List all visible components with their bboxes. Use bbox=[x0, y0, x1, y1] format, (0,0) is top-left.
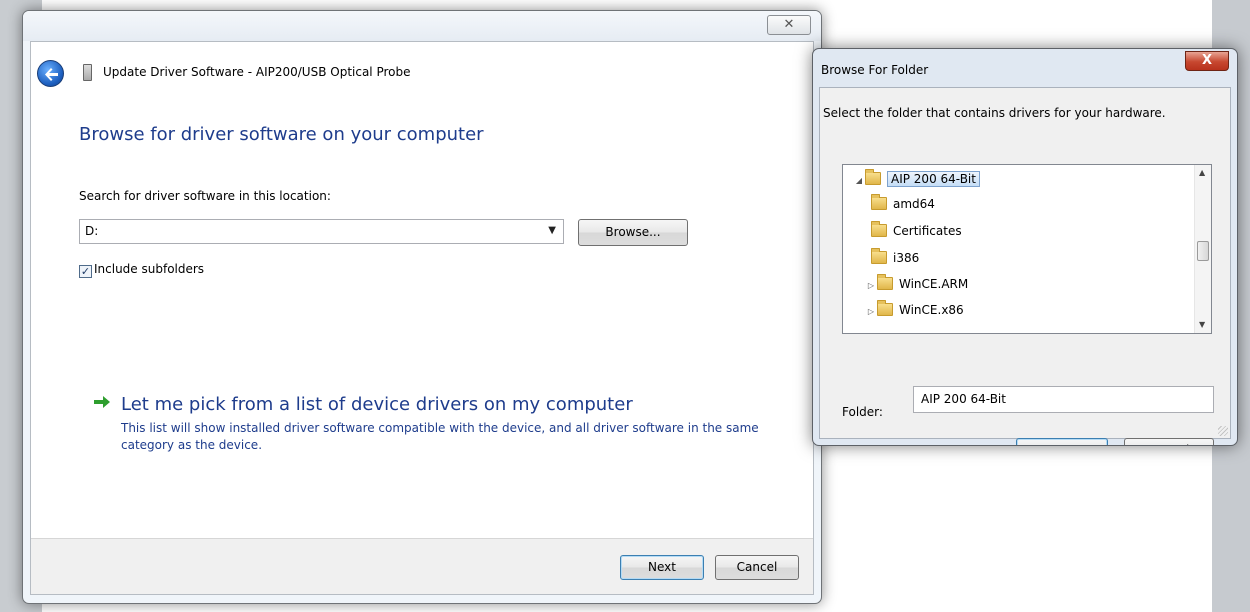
folder-icon bbox=[871, 221, 887, 237]
folder-name-field[interactable]: AIP 200 64-Bit bbox=[913, 386, 1214, 413]
ok-button[interactable]: OK bbox=[1016, 438, 1108, 445]
scroll-up-icon[interactable]: ▲ bbox=[1199, 168, 1205, 177]
update-driver-wizard: ✕ Update Driver Software - AIP200/USB Op… bbox=[22, 10, 822, 604]
dialog-close-button[interactable]: X bbox=[1185, 51, 1229, 71]
tree-item[interactable]: ▷ WinCE.x86 bbox=[865, 299, 964, 323]
pick-from-list-description: This list will show installed driver sof… bbox=[121, 421, 759, 452]
scrollbar-thumb[interactable] bbox=[1197, 241, 1209, 261]
wizard-title: Update Driver Software - AIP200/USB Opti… bbox=[103, 65, 411, 79]
next-button[interactable]: Next bbox=[620, 555, 704, 580]
tree-item-label: AIP 200 64-Bit bbox=[887, 171, 980, 187]
tree-item-label: WinCE.x86 bbox=[899, 303, 964, 317]
pick-from-list-link[interactable]: Let me pick from a list of device driver… bbox=[121, 394, 633, 415]
usb-device-icon bbox=[83, 64, 92, 81]
folder-icon bbox=[871, 248, 887, 264]
include-subfolders-checkbox[interactable]: ✓ bbox=[79, 265, 92, 278]
tree-item[interactable]: Certificates bbox=[871, 220, 962, 244]
cancel-button[interactable]: Cancel bbox=[715, 555, 799, 580]
folder-icon bbox=[877, 274, 893, 290]
tree-item[interactable]: ◢ AIP 200 64-Bit bbox=[853, 168, 980, 192]
tree-item[interactable]: ▷ WinCE.ARM bbox=[865, 273, 968, 297]
page-heading: Browse for driver software on your compu… bbox=[79, 124, 484, 145]
folder-tree[interactable]: ◢ AIP 200 64-Bit amd64 Certificates i386 … bbox=[842, 164, 1212, 334]
include-subfolders-label[interactable]: Include subfolders bbox=[94, 262, 204, 276]
folder-icon bbox=[865, 169, 881, 185]
location-label: Search for driver software in this locat… bbox=[79, 189, 331, 203]
collapsed-arrow-icon[interactable]: ▷ bbox=[865, 301, 877, 323]
chevron-down-icon[interactable]: ▼ bbox=[548, 225, 556, 236]
folder-icon bbox=[877, 300, 893, 316]
tree-item-label: i386 bbox=[893, 251, 920, 265]
tree-item[interactable]: amd64 bbox=[871, 193, 935, 217]
dialog-cancel-button[interactable]: Cancel bbox=[1124, 438, 1214, 445]
browse-for-folder-dialog: Browse For Folder X Select the folder th… bbox=[812, 48, 1238, 446]
folder-icon bbox=[871, 194, 887, 210]
scroll-down-icon[interactable]: ▼ bbox=[1199, 320, 1205, 329]
dialog-message: Select the folder that contains drivers … bbox=[823, 106, 1166, 120]
wizard-title-bar bbox=[23, 11, 821, 41]
close-icon: X bbox=[1201, 53, 1213, 68]
location-combobox[interactable]: D: ▼ bbox=[79, 219, 564, 244]
tree-item-label: WinCE.ARM bbox=[899, 277, 969, 291]
expanded-arrow-icon[interactable]: ◢ bbox=[853, 170, 865, 192]
collapsed-arrow-icon[interactable]: ▷ bbox=[865, 275, 877, 297]
wizard-content: Update Driver Software - AIP200/USB Opti… bbox=[30, 41, 814, 595]
dialog-title: Browse For Folder bbox=[821, 63, 929, 77]
tree-item-label: amd64 bbox=[893, 197, 935, 211]
tree-item-label: Certificates bbox=[893, 224, 962, 238]
wizard-close-button[interactable]: ✕ bbox=[767, 15, 811, 35]
back-button[interactable] bbox=[37, 60, 64, 87]
browse-button[interactable]: Browse... bbox=[578, 219, 688, 246]
tree-item[interactable]: i386 bbox=[871, 247, 919, 271]
green-arrow-icon bbox=[94, 396, 110, 408]
tree-scrollbar[interactable]: ▲ ▼ bbox=[1194, 165, 1211, 333]
location-value: D: bbox=[85, 224, 99, 238]
folder-label: Folder: bbox=[842, 405, 883, 419]
resize-grip[interactable] bbox=[1218, 426, 1228, 436]
wizard-footer: Next Cancel bbox=[31, 538, 813, 594]
close-icon: ✕ bbox=[783, 17, 795, 32]
dialog-client-area: Select the folder that contains drivers … bbox=[819, 87, 1231, 445]
include-subfolders-row: ✓ Include subfolders bbox=[79, 262, 204, 278]
back-arrow-icon bbox=[45, 68, 58, 81]
